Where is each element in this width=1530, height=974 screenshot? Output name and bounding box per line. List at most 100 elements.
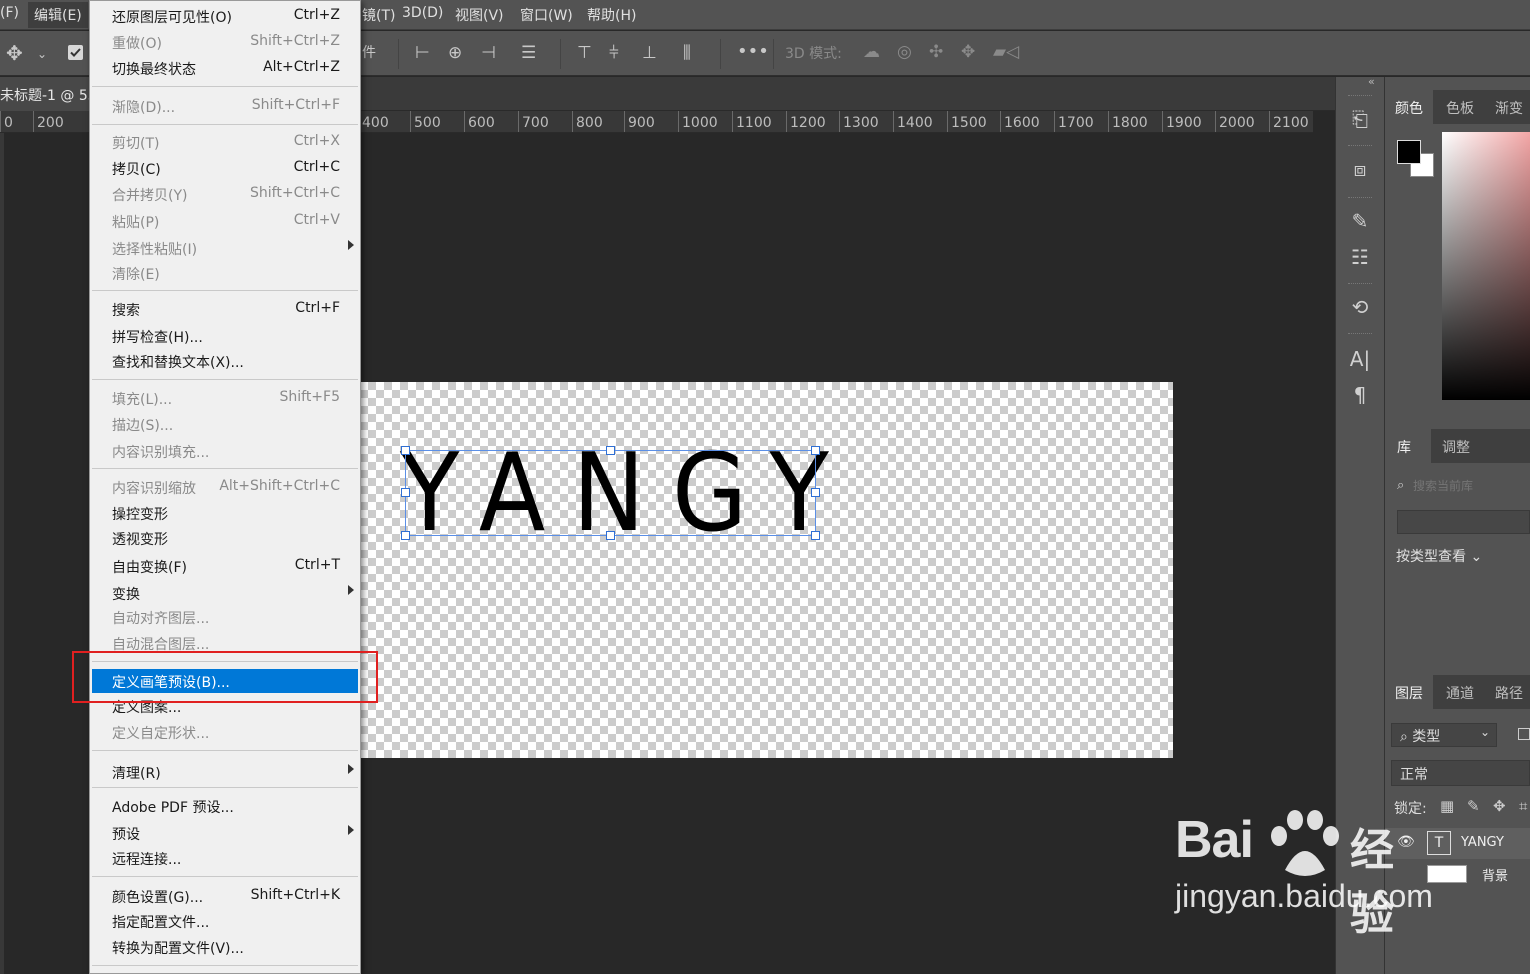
distribute-vertical-icon[interactable]: ⫼ [683, 43, 691, 63]
foreground-color-swatch[interactable] [1397, 140, 1421, 164]
ruler-tick: 1600 [1000, 111, 1040, 132]
menu-item-auto-align-layers[interactable]: 自动对齐图层... [92, 605, 358, 629]
menu-item-undo[interactable]: 还原图层可见性(O) Ctrl+Z [92, 4, 358, 28]
menu-item-paste-special[interactable]: 选择性粘贴(I) [92, 236, 358, 260]
layer-filter-dropdown[interactable]: ⌕ 类型 ⌄ [1391, 723, 1497, 747]
color-picker-field[interactable] [1442, 132, 1530, 400]
navigator-icon[interactable]: ⟲ [1336, 295, 1384, 319]
tab-gradients[interactable]: 渐变 [1495, 98, 1523, 118]
menu-item-presets[interactable]: 预设 [92, 821, 358, 845]
menu-item-copy[interactable]: 拷贝(C) Ctrl+C [92, 156, 358, 180]
tab-color[interactable]: 颜色 [1385, 90, 1433, 124]
library-view-dropdown[interactable]: 按类型查看 ⌄ [1396, 546, 1482, 566]
ruler-tick: 200 [33, 111, 64, 132]
3d-orbit-icon[interactable]: ☁ [863, 42, 880, 62]
chevron-down-icon[interactable]: ⌄ [37, 44, 47, 64]
document-tab[interactable]: 未标题-1 @ 53 [0, 77, 100, 111]
tab-paths[interactable]: 路径 [1495, 683, 1523, 703]
image-filter-icon[interactable] [1518, 728, 1530, 740]
tab-channels[interactable]: 通道 [1446, 683, 1474, 703]
menu-item-fade[interactable]: 渐隐(D)... Shift+Ctrl+F [92, 94, 358, 118]
library-search-input[interactable] [1413, 475, 1530, 497]
menu-help[interactable]: 帮助(H) [587, 5, 636, 25]
library-dropdown[interactable] [1397, 510, 1530, 534]
menu-item-redo[interactable]: 重做(O) Shift+Ctrl+Z [92, 30, 358, 54]
lock-transparent-icon[interactable]: ▦ [1440, 797, 1454, 815]
menu-item-clear[interactable]: 清除(E) [92, 261, 358, 285]
menu-item-assign-profile[interactable]: 指定配置文件... [92, 909, 358, 933]
transform-handle[interactable] [811, 446, 820, 455]
ruler-tick: 2100 [1269, 111, 1309, 132]
menu-item-paste[interactable]: 粘贴(P) Ctrl+V [92, 209, 358, 233]
transform-handle[interactable] [606, 531, 615, 540]
menu-item-cut[interactable]: 剪切(T) Ctrl+X [92, 130, 358, 154]
tab-layers[interactable]: 图层 [1385, 675, 1433, 709]
move-tool-icon[interactable]: ✥ [6, 43, 23, 63]
menu-item-remote-connections[interactable]: 远程连接... [92, 846, 358, 870]
tab-adjustments[interactable]: 调整 [1442, 437, 1470, 457]
menu-item-adobe-pdf-presets[interactable]: Adobe PDF 预设... [92, 794, 358, 818]
collapse-icon[interactable]: « [1368, 75, 1375, 88]
menu-item-convert-to-profile[interactable]: 转换为配置文件(V)... [92, 935, 358, 959]
menu-item-purge[interactable]: 清理(R) [92, 760, 358, 784]
menu-item-free-transform[interactable]: 自由变换(F) Ctrl+T [92, 554, 358, 578]
tab-swatches[interactable]: 色板 [1446, 98, 1474, 118]
paragraph-icon[interactable]: ¶ [1336, 383, 1384, 407]
transform-handle[interactable] [606, 446, 615, 455]
transform-handle[interactable] [811, 488, 820, 497]
menu-item-spell-check[interactable]: 拼写检查(H)... [92, 324, 358, 348]
menu-item-search[interactable]: 搜索 Ctrl+F [92, 297, 358, 321]
character-icon[interactable]: A| [1336, 347, 1384, 371]
library-panel-tabs: 库 调整 [1385, 429, 1530, 463]
menu-item-color-settings[interactable]: 颜色设置(G)... Shift+Ctrl+K [92, 884, 358, 908]
blend-mode-dropdown[interactable]: 正常 [1391, 760, 1530, 786]
history-icon[interactable]: ⎗ [1336, 107, 1384, 131]
menu-filter[interactable]: 镜(T) [362, 5, 395, 25]
align-top-icon[interactable]: ⊤ [577, 43, 592, 63]
transform-handle[interactable] [401, 488, 410, 497]
auto-select-checkbox[interactable] [68, 45, 83, 60]
ruler-tick: 2000 [1215, 111, 1255, 132]
menu-item-transform[interactable]: 变换 [92, 581, 358, 605]
menu-view[interactable]: 视图(V) [455, 5, 504, 25]
transform-handle[interactable] [401, 531, 410, 540]
ruler-tick: 1300 [839, 111, 879, 132]
menu-item-content-aware-fill[interactable]: 内容识别填充... [92, 439, 358, 463]
more-options-icon[interactable]: ••• [737, 42, 769, 62]
menu-item-define-custom-shape[interactable]: 定义自定形状... [92, 720, 358, 744]
transform-handle[interactable] [401, 446, 410, 455]
menu-item-fill[interactable]: 填充(L)... Shift+F5 [92, 386, 358, 410]
transform-handle[interactable] [811, 531, 820, 540]
align-right-icon[interactable]: ⊣ [481, 43, 496, 63]
ruler-tick: 1900 [1162, 111, 1202, 132]
align-bottom-icon[interactable]: ⊥ [642, 43, 657, 63]
menu-item-perspective-warp[interactable]: 透视变形 [92, 526, 358, 550]
align-center-icon[interactable]: ⊕ [448, 43, 462, 63]
distribute-icon[interactable]: ☰ [521, 43, 536, 63]
lock-pixels-icon[interactable]: ✎ [1467, 797, 1480, 815]
menu-item-toggle-last-state[interactable]: 切换最终状态 Alt+Ctrl+Z [92, 56, 358, 80]
3d-roll-icon[interactable]: ◎ [897, 42, 912, 62]
3d-panel-icon[interactable]: ⧈ [1336, 157, 1384, 181]
menu-3d[interactable]: 3D(D) [402, 5, 443, 21]
menu-item-copy-merged[interactable]: 合并拷贝(Y) Shift+Ctrl+C [92, 182, 358, 206]
3d-slide-icon[interactable]: ✥ [961, 42, 975, 62]
brush-settings-icon[interactable]: ✎ [1336, 209, 1384, 233]
menu-edit[interactable]: 编辑(E) [28, 2, 88, 28]
align-left-icon[interactable]: ⊢ [415, 43, 430, 63]
properties-icon[interactable]: ☷ [1336, 245, 1384, 269]
menu-item-content-aware-scale[interactable]: 内容识别缩放 Alt+Shift+Ctrl+C [92, 475, 358, 499]
tab-libraries[interactable]: 库 [1385, 429, 1431, 463]
3d-camera-icon[interactable]: ▰◁ [993, 42, 1019, 62]
ruler-tick: 800 [572, 111, 603, 132]
menu-item-puppet-warp[interactable]: 操控变形 [92, 501, 358, 525]
lock-artboard-icon[interactable]: ⌗ [1519, 797, 1527, 815]
align-middle-icon[interactable]: ⫩ [609, 43, 619, 63]
menu-item-stroke[interactable]: 描边(S)... [92, 412, 358, 436]
lock-position-icon[interactable]: ✥ [1493, 797, 1506, 815]
menu-item-find-replace[interactable]: 查找和替换文本(X)... [92, 349, 358, 373]
3d-pan-icon[interactable]: ✣ [929, 42, 943, 62]
menu-window[interactable]: 窗口(W) [520, 5, 573, 25]
text-bounding-box[interactable] [401, 446, 820, 540]
menu-file[interactable]: (F) [0, 5, 19, 21]
